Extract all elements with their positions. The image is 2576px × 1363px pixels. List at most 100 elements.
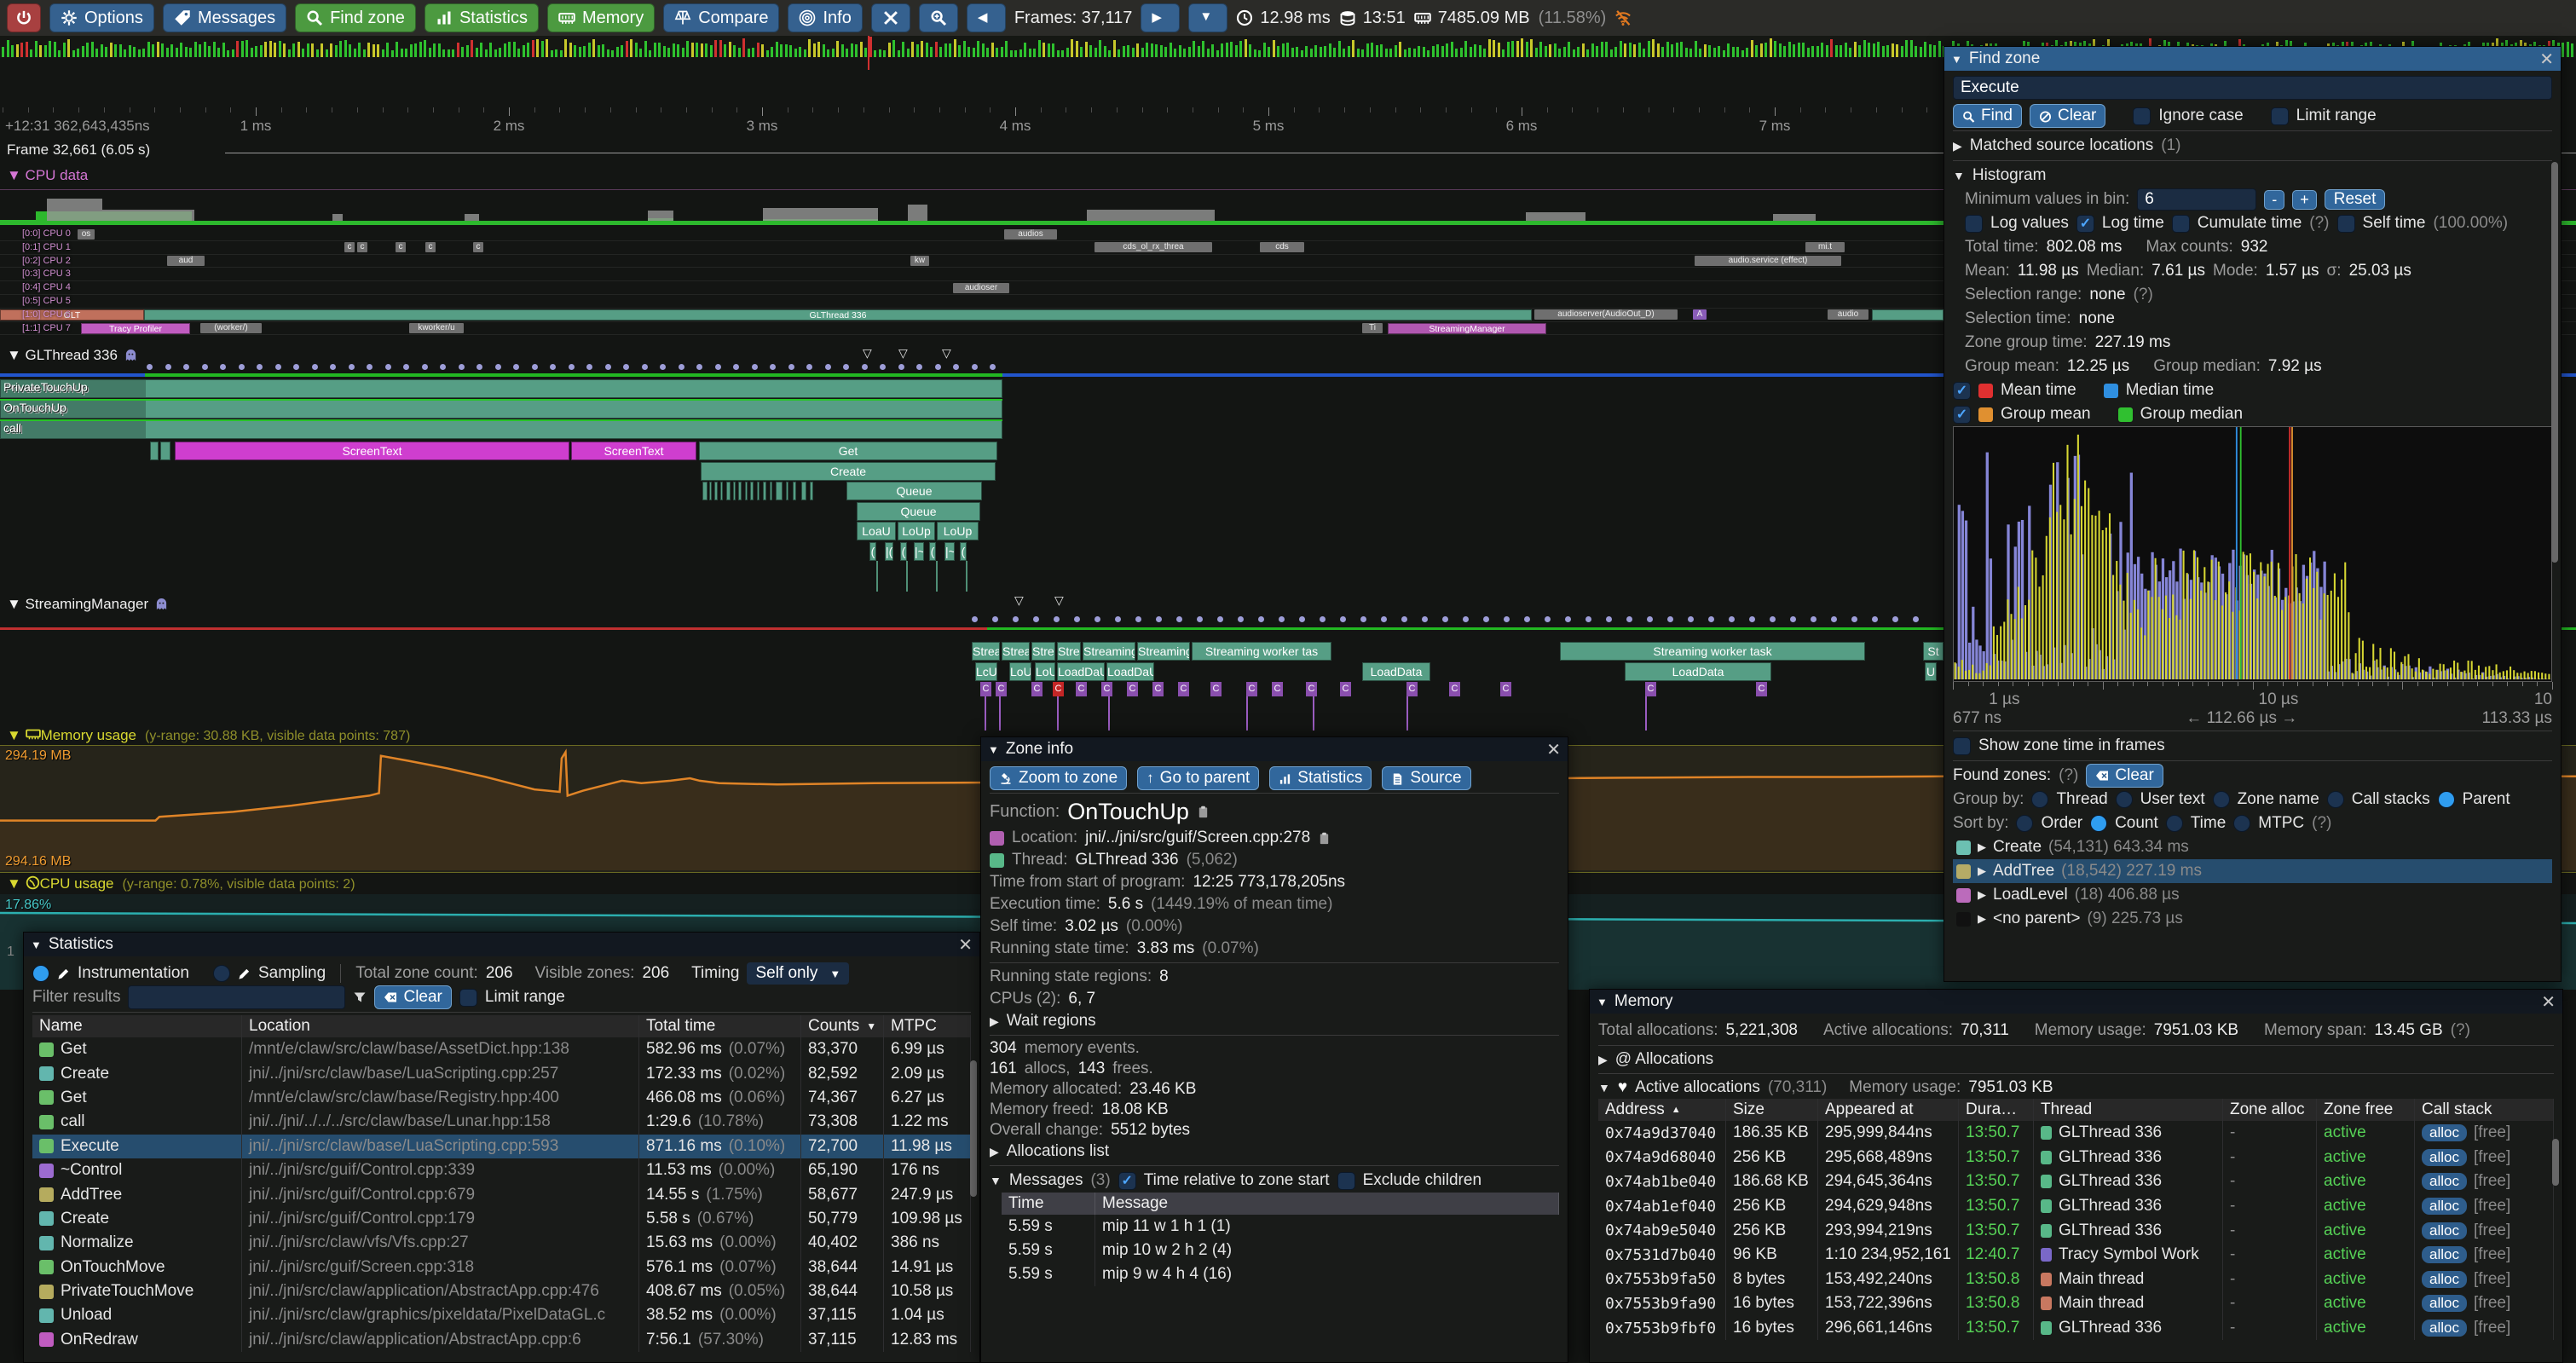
frame-bar[interactable] xyxy=(630,39,632,57)
frame-bar[interactable] xyxy=(714,40,717,57)
frame-bar[interactable] xyxy=(1305,46,1308,57)
zone-info-titlebar[interactable]: ▼ Zone info ✕ xyxy=(981,737,1568,761)
zone-bar[interactable]: LoadData xyxy=(1362,662,1430,681)
frame-bar[interactable] xyxy=(1816,46,1819,57)
group-by-user-text-radio[interactable] xyxy=(2116,791,2133,808)
frame-bar[interactable] xyxy=(874,50,876,57)
frame-bar[interactable] xyxy=(1488,39,1491,57)
frame-bar[interactable] xyxy=(133,47,136,57)
callstack-mark[interactable]: C xyxy=(1127,682,1138,696)
frame-bar[interactable] xyxy=(1418,46,1420,57)
zone-bar[interactable]: Streaming worker task xyxy=(1560,642,1865,661)
frame-bar[interactable] xyxy=(1385,49,1388,57)
frame-bar[interactable] xyxy=(1657,43,1660,57)
zone-bar[interactable] xyxy=(720,482,723,500)
frame-bar[interactable] xyxy=(396,42,398,57)
frame-bar[interactable] xyxy=(1164,47,1167,57)
frame-bar[interactable] xyxy=(939,47,942,57)
frame-bar[interactable] xyxy=(170,44,173,57)
frame-bar[interactable] xyxy=(649,50,651,57)
timing-dropdown[interactable]: Self only▼ xyxy=(747,962,849,985)
frame-bar[interactable] xyxy=(199,44,201,57)
frame-bar[interactable] xyxy=(260,45,263,57)
callstack-mark[interactable]: C xyxy=(1756,682,1767,696)
zone-bar[interactable]: Create xyxy=(701,462,996,481)
zone-bar[interactable]: ScreenText xyxy=(571,442,696,460)
toolbar-find-zone-button[interactable]: Find zone xyxy=(295,3,416,32)
frame-bar[interactable] xyxy=(16,44,19,57)
statistics-row[interactable]: calljni/../jni/../../../src/claw/base/Lu… xyxy=(32,1110,971,1134)
frame-bar[interactable] xyxy=(1577,47,1580,57)
frame-bar[interactable] xyxy=(1010,50,1013,57)
frame-bar[interactable] xyxy=(1282,43,1285,57)
frame-bar[interactable] xyxy=(1310,49,1313,57)
frame-bar[interactable] xyxy=(626,41,628,57)
frame-bar[interactable] xyxy=(1193,41,1195,57)
instrumentation-radio[interactable] xyxy=(32,965,49,982)
frame-bar[interactable] xyxy=(1286,43,1289,57)
zone-bar[interactable] xyxy=(776,482,783,500)
frame-bar[interactable] xyxy=(354,49,356,57)
ignore-case-checkbox[interactable] xyxy=(2133,107,2151,125)
frame-bar[interactable] xyxy=(1680,42,1683,57)
frame-bar[interactable] xyxy=(429,48,431,57)
allocation-row[interactable]: 0x74a9d68040256 KB295,668,489ns13:50.7GL… xyxy=(1598,1146,2554,1170)
frame-bar[interactable] xyxy=(1511,41,1514,57)
frame-bar[interactable] xyxy=(644,41,647,57)
frame-bar[interactable] xyxy=(142,49,145,57)
allocations-list-expander[interactable]: ▶Allocations list xyxy=(990,1141,1559,1163)
frame-bar[interactable] xyxy=(2571,43,2573,57)
frame-bar[interactable] xyxy=(1141,48,1144,57)
frame-bar[interactable] xyxy=(569,43,572,58)
frame-bar[interactable] xyxy=(1127,45,1129,57)
frame-bar[interactable] xyxy=(476,48,478,57)
frame-bar[interactable] xyxy=(297,42,300,57)
zone-bar[interactable] xyxy=(786,482,788,500)
frame-bar[interactable] xyxy=(719,40,722,57)
sort-by-time-radio[interactable] xyxy=(2166,815,2183,832)
frame-bar[interactable] xyxy=(1089,45,1092,57)
callstack-mark-red[interactable]: C xyxy=(1053,682,1064,696)
frame-bar[interactable] xyxy=(129,45,131,57)
frame-bar[interactable] xyxy=(1760,43,1763,57)
frame-bar[interactable] xyxy=(785,44,788,57)
frame-bar[interactable] xyxy=(536,39,539,57)
frame-bar[interactable] xyxy=(95,49,98,57)
frame-bar[interactable] xyxy=(373,44,375,57)
frame-bar[interactable] xyxy=(1933,45,1936,57)
frame-bar[interactable] xyxy=(1573,49,1575,57)
frame-bar[interactable] xyxy=(279,41,281,57)
frame-bar[interactable] xyxy=(944,43,947,57)
frame-bar[interactable] xyxy=(1389,49,1392,57)
frame-bar[interactable] xyxy=(1502,49,1505,57)
frame-bar[interactable] xyxy=(161,43,164,57)
frame-bar[interactable] xyxy=(344,40,347,57)
frame-bar[interactable] xyxy=(1676,43,1678,57)
frame-bar[interactable] xyxy=(973,48,975,57)
frame-bar[interactable] xyxy=(1455,49,1458,57)
frame-bar[interactable] xyxy=(1620,41,1622,57)
toolbar-memory-button[interactable]: Memory xyxy=(547,3,655,32)
frame-bar[interactable] xyxy=(869,37,872,57)
allocation-row[interactable]: 0x74ab9e5040256 KB293,994,219ns13:50.7GL… xyxy=(1598,1218,2554,1243)
zone-bar[interactable] xyxy=(714,482,718,500)
frame-bar[interactable] xyxy=(967,47,970,57)
zone-bar[interactable] xyxy=(793,482,796,500)
cpu-process-box[interactable]: c xyxy=(357,242,367,252)
callstack-mark[interactable]: C xyxy=(996,682,1007,696)
frame-bar[interactable] xyxy=(541,41,544,57)
frame-bar[interactable] xyxy=(180,43,182,57)
frame-bar[interactable] xyxy=(752,48,754,57)
frame-bar[interactable] xyxy=(1793,44,1795,57)
cpu-process-box[interactable]: c xyxy=(473,242,483,252)
frame-bar[interactable] xyxy=(326,49,328,57)
frame-bar[interactable] xyxy=(1258,50,1261,57)
group-by-call-stacks-radio[interactable] xyxy=(2327,791,2344,808)
frame-bar[interactable] xyxy=(757,43,760,57)
statistics-row[interactable]: OnRedrawjni/../jni/src/claw/application/… xyxy=(32,1328,971,1352)
frame-bar[interactable] xyxy=(907,49,910,57)
message-marker-icon[interactable]: ▽ xyxy=(1014,593,1024,608)
frame-bar[interactable] xyxy=(701,43,703,57)
zone-bar[interactable]: Streaming xyxy=(1083,642,1135,661)
zone-bar[interactable]: St xyxy=(1923,642,1944,661)
